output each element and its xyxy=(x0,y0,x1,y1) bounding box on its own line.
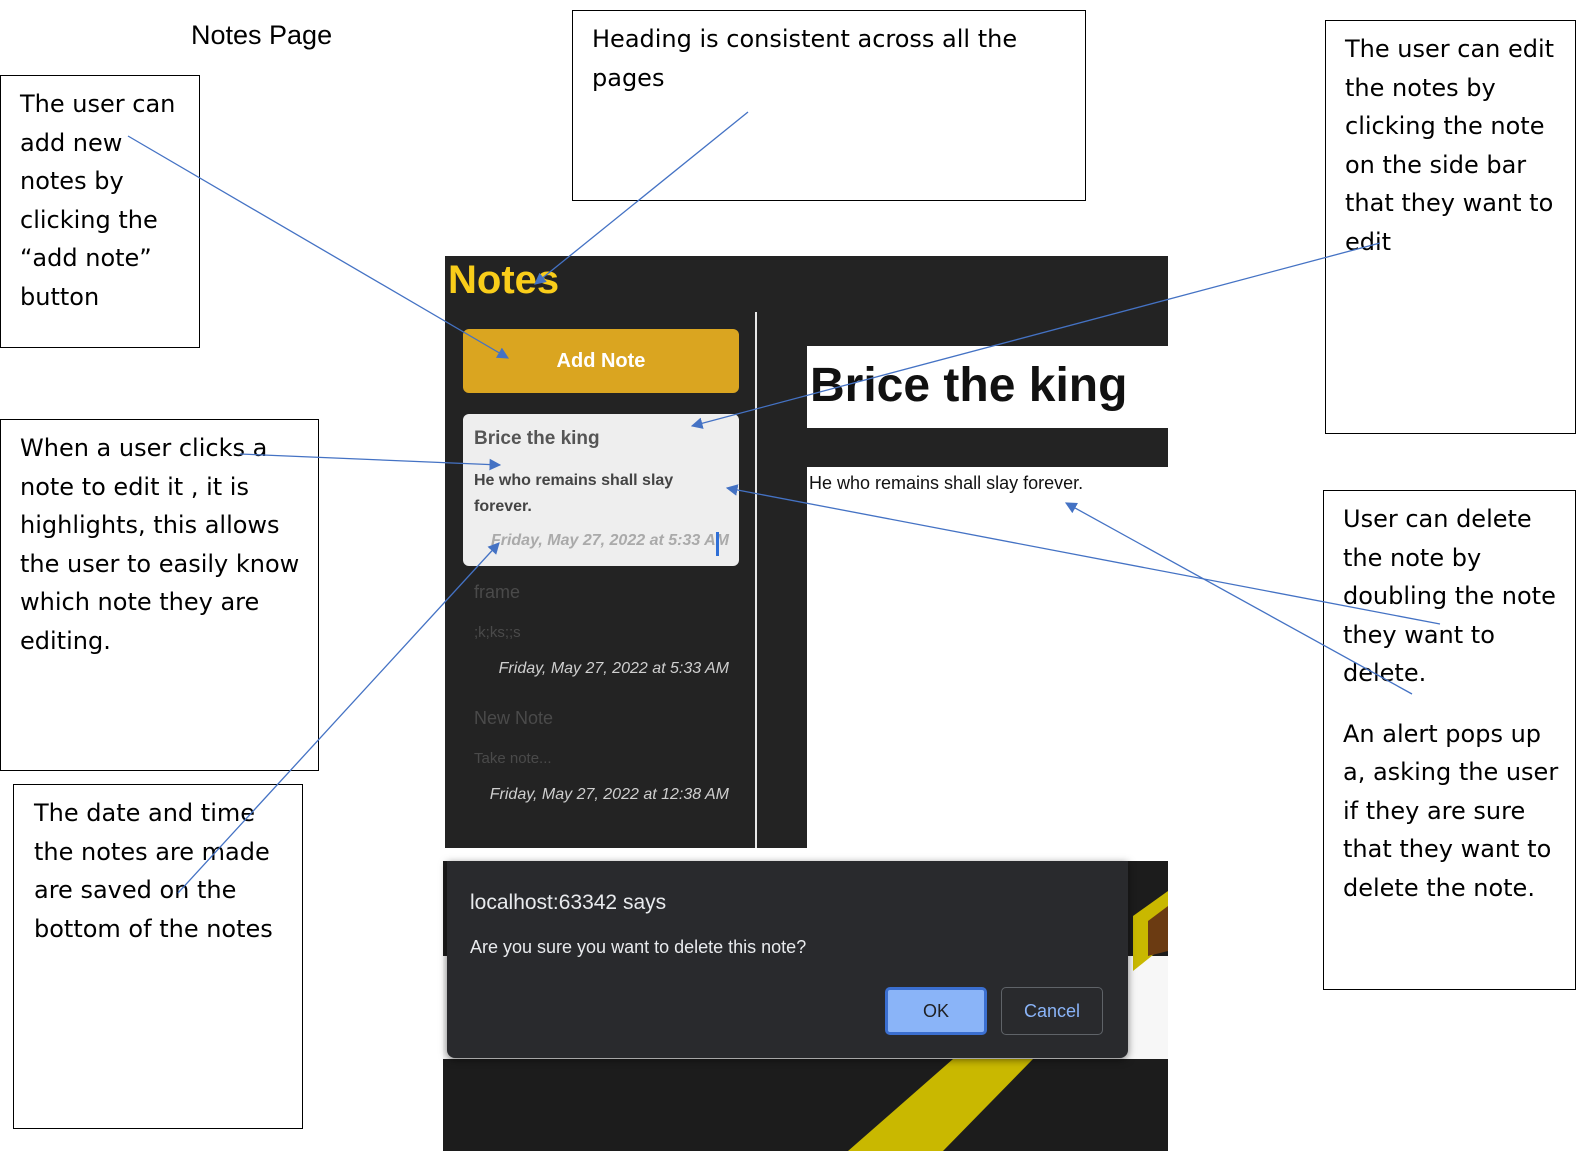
callout-line: button xyxy=(20,282,100,311)
callout-line: they want to xyxy=(1343,620,1495,649)
callout-line: delete the note. xyxy=(1343,873,1535,902)
alert-message: Are you sure you want to delete this not… xyxy=(470,937,807,957)
heading-callout: Heading is consistent across all the pag… xyxy=(572,10,1086,201)
callout-line: add new xyxy=(20,128,123,157)
note-body: ;k;ks;;s xyxy=(474,624,521,641)
callout-line: on the side bar xyxy=(1345,150,1527,179)
callout-line: note to edit it , it is xyxy=(20,472,249,501)
alert-title: localhost:63342 says xyxy=(470,891,667,914)
callout-line: “add note” xyxy=(20,244,152,272)
note-title: New Note xyxy=(474,708,554,728)
note-title-text: Brice the king xyxy=(810,359,1128,412)
delete-confirm-dialog: localhost:63342 says Are you sure you wa… xyxy=(447,861,1128,1058)
callout-line: highlights, this allows xyxy=(20,511,280,539)
yellow-stripe-bottom xyxy=(848,1059,1033,1151)
callout-line: edit xyxy=(1345,227,1392,256)
note-date: Friday, May 27, 2022 at 5:33 AM xyxy=(498,660,729,677)
callout-line: the note by xyxy=(1343,543,1482,572)
note-body-text: He who remains shall slay forever. xyxy=(809,473,1084,493)
callout-line: the notes by xyxy=(1345,73,1496,102)
callout-line: Heading is consistent across all the xyxy=(592,25,1018,53)
callout-line: a, asking the user xyxy=(1343,758,1559,786)
sidebar-divider xyxy=(755,312,757,848)
callout-line: clicking the note xyxy=(1345,112,1545,140)
highlight-callout: When a user clicks a note to edit it , i… xyxy=(0,419,319,771)
delete-callout: User can delete the note by doubling the… xyxy=(1323,490,1576,990)
callout-line: delete. xyxy=(1343,659,1427,687)
cancel-button[interactable]: Cancel xyxy=(1001,987,1103,1035)
note-title: frame xyxy=(474,582,521,602)
callout-line: if they are sure xyxy=(1343,796,1526,825)
app-title: Notes xyxy=(448,258,560,302)
note-body-textarea[interactable]: He who remains shall slay forever. xyxy=(807,467,1168,848)
note-item-active[interactable]: Brice the king He who remains shall slay… xyxy=(463,414,739,566)
callout-line: bottom of the notes xyxy=(34,914,273,943)
page-label: Notes Page xyxy=(191,20,333,50)
add-note-button[interactable]: Add Note xyxy=(463,329,739,393)
callout-line: User can delete xyxy=(1343,505,1532,533)
callout-line: doubling the note xyxy=(1343,582,1556,610)
notes-app-screenshot: Notes Add Note Brice the king He who rem… xyxy=(445,256,1168,848)
editor-gutter xyxy=(757,312,806,848)
callout-line: When a user clicks a xyxy=(20,434,268,462)
callout-line: the notes are made xyxy=(34,837,270,866)
callout-line: are saved on the xyxy=(34,876,237,904)
add-note-callout: The user can add new notes by clicking t… xyxy=(0,75,200,348)
callout-line: the user to easily know xyxy=(20,549,300,578)
ok-button[interactable]: OK xyxy=(885,987,987,1035)
callout-line: An alert pops up xyxy=(1343,719,1542,748)
note-body: He who remains shall slay forever. xyxy=(474,472,674,515)
date-callout: The date and time the notes are made are… xyxy=(13,784,303,1129)
callout-line: The date and time xyxy=(34,799,256,827)
callout-line: clicking the xyxy=(20,205,158,234)
callout-line: that they want to xyxy=(1345,189,1554,217)
note-body: Take note... xyxy=(474,750,552,767)
callout-line: The user can edit xyxy=(1345,35,1555,63)
callout-line: that they want to xyxy=(1343,835,1552,863)
note-title: Brice the king xyxy=(474,428,600,449)
edit-callout: The user can edit the notes by clicking … xyxy=(1325,20,1576,434)
callout-line: pages xyxy=(592,63,665,92)
note-title-input[interactable]: Brice the king xyxy=(807,346,1168,428)
callout-line: notes by xyxy=(20,167,124,195)
note-date: Friday, May 27, 2022 at 5:33 AM xyxy=(490,532,729,549)
callout-line: The user can xyxy=(20,90,176,118)
callout-line: which note they are xyxy=(20,588,260,616)
note-date: Friday, May 27, 2022 at 12:38 AM xyxy=(489,786,729,803)
callout-line: editing. xyxy=(20,626,111,655)
text-caret xyxy=(716,532,719,556)
